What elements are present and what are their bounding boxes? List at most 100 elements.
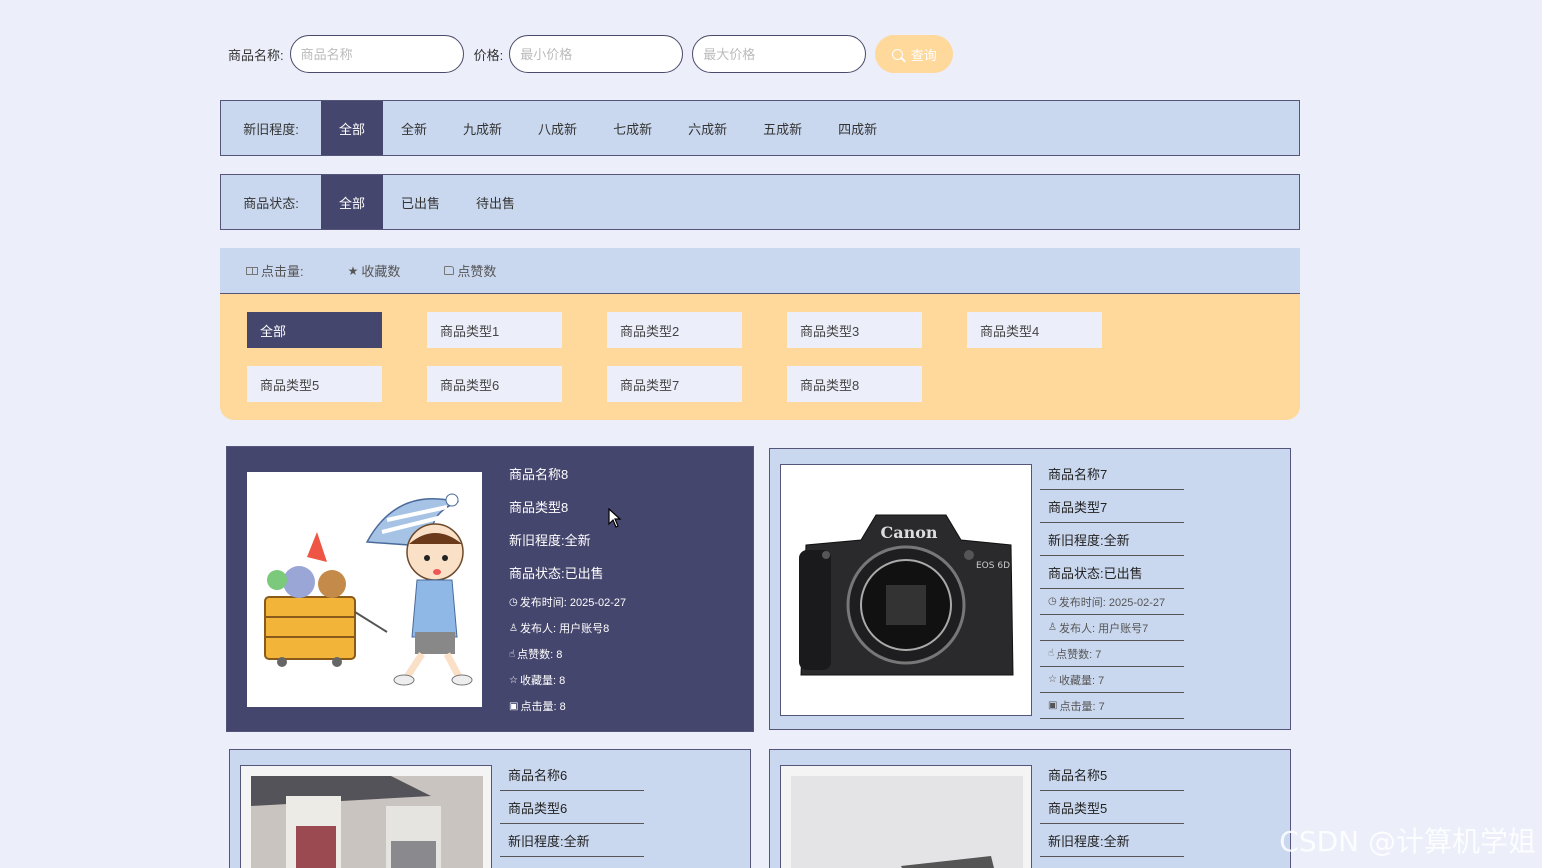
bags-photo-image: [241, 766, 491, 868]
sort-clicks[interactable]: 点击量:: [246, 261, 304, 280]
sort-bar: 点击量: ★ 收藏数 点赞数: [220, 248, 1300, 294]
favorites-row: ☆ 收藏量: 8: [509, 667, 653, 693]
likes: 点赞数: 8: [517, 649, 563, 661]
mouse-cursor-icon: [608, 508, 622, 528]
status-option[interactable]: 全部: [321, 175, 384, 229]
book-icon: [246, 266, 258, 275]
search-icon: [891, 48, 903, 60]
sort-favorites[interactable]: ★ 收藏数: [348, 261, 401, 280]
product-condition: 新旧程度:全新: [1040, 824, 1184, 857]
thumbs-up-icon: ☝: [509, 648, 516, 660]
product-name: 商品名称7: [1040, 457, 1184, 490]
status-filter-title: 商品状态:: [243, 195, 299, 211]
condition-option[interactable]: 七成新: [595, 101, 670, 155]
likes-row: ☝ 点赞数: 8: [509, 641, 653, 667]
publish-time: 发布时间: 2025-02-27: [1058, 596, 1166, 609]
likes-row: ☝ 点赞数: 7: [1040, 641, 1184, 667]
condition-filter: 新旧程度: 全部 全新 九成新 八成新 七成新 六成新 五成新 四成新: [220, 100, 1300, 156]
category-item[interactable]: 商品类型4: [967, 312, 1102, 348]
name-label: 商品名称:: [228, 47, 284, 63]
condition-filter-title: 新旧程度:: [243, 121, 299, 137]
query-label: 查询: [910, 47, 937, 63]
grey-photo-image: [781, 766, 1031, 868]
publish-time-row: ◷ 发布时间: 2025-02-27: [509, 589, 653, 615]
clicks: 点击量: 7: [1059, 700, 1105, 713]
product-condition: 新旧程度:全新: [509, 533, 591, 548]
product-image[interactable]: Canon EOS 6D: [780, 464, 1032, 716]
product-info: 商品名称5 商品类型5 新旧程度:全新: [1040, 758, 1184, 857]
product-card[interactable]: 商品名称6 商品类型6 新旧程度:全新: [229, 749, 751, 868]
product-info: 商品名称6 商品类型6 新旧程度:全新: [500, 758, 644, 857]
status-option[interactable]: 待出售: [458, 175, 533, 229]
publisher: 发布人: 用户账号7: [1058, 622, 1149, 635]
product-card[interactable]: 商品名称8 商品类型8 新旧程度:全新 商品状态:已出售 ◷ 发布时间: 2025…: [226, 446, 754, 732]
category-item[interactable]: 全部: [247, 312, 382, 348]
condition-option[interactable]: 全新: [383, 101, 445, 155]
product-status: 商品状态:已出售: [1040, 556, 1184, 589]
category-item[interactable]: 商品类型2: [607, 312, 742, 348]
query-button[interactable]: 查询: [875, 35, 954, 73]
product-type: 商品类型5: [1040, 791, 1184, 824]
star-icon: ☆: [509, 674, 518, 686]
favorites-row: ☆ 收藏量: 7: [1040, 667, 1184, 693]
category-panel: 全部 商品类型1 商品类型2 商品类型3 商品类型4 商品类型5 商品类型6 商…: [220, 294, 1300, 420]
product-image[interactable]: [247, 472, 482, 707]
product-type: 商品类型8: [509, 500, 569, 515]
cartoon-boy-image: [247, 472, 482, 707]
price-label: 价格:: [473, 47, 504, 63]
camera-model: EOS 6D: [976, 561, 1010, 571]
thumbs-up-icon: ☝: [1048, 648, 1055, 659]
min-price-input[interactable]: [509, 35, 684, 73]
publish-time-row: ◷ 发布时间: 2025-02-27: [1040, 589, 1184, 615]
name-input[interactable]: [289, 35, 464, 73]
product-image[interactable]: [240, 765, 492, 868]
camera-brand: Canon: [880, 523, 937, 542]
clicks-row: ▣ 点击量: 7: [1040, 693, 1184, 719]
max-price-input[interactable]: [692, 35, 867, 73]
product-type: 商品类型7: [1040, 490, 1184, 523]
product-name: 商品名称8: [509, 467, 569, 482]
category-item[interactable]: 商品类型5: [247, 366, 382, 402]
product-name: 商品名称5: [1040, 758, 1184, 791]
book-icon: ▣: [1048, 700, 1058, 711]
star-icon: ☆: [1048, 674, 1057, 685]
condition-option[interactable]: 五成新: [745, 101, 820, 155]
category-item[interactable]: 商品类型7: [607, 366, 742, 402]
product-type: 商品类型6: [500, 791, 644, 824]
clicks-row: ▣ 点击量: 8: [509, 693, 653, 719]
category-item[interactable]: 商品类型3: [787, 312, 922, 348]
user-icon: ♙: [1048, 622, 1057, 633]
sort-favorites-label: 收藏数: [361, 264, 401, 279]
sort-likes[interactable]: 点赞数: [444, 261, 496, 280]
thumbs-up-icon: [444, 266, 455, 275]
category-item[interactable]: 商品类型1: [427, 312, 562, 348]
condition-option[interactable]: 四成新: [820, 101, 895, 155]
condition-option[interactable]: 六成新: [670, 101, 745, 155]
category-item[interactable]: 商品类型6: [427, 366, 562, 402]
product-card[interactable]: 商品名称5 商品类型5 新旧程度:全新: [769, 749, 1291, 868]
canon-camera-image: Canon EOS 6D: [781, 465, 1031, 715]
likes: 点赞数: 7: [1056, 648, 1102, 661]
clock-icon: ◷: [509, 596, 518, 608]
clock-icon: ◷: [1048, 596, 1057, 607]
condition-option[interactable]: 八成新: [520, 101, 595, 155]
clicks: 点击量: 8: [520, 701, 566, 713]
product-status: 商品状态:已出售: [509, 566, 604, 581]
star-icon: ★: [347, 263, 359, 278]
product-image[interactable]: [780, 765, 1032, 868]
sort-likes-label: 点赞数: [457, 264, 497, 279]
publisher-row: ♙ 发布人: 用户账号7: [1040, 615, 1184, 641]
product-condition: 新旧程度:全新: [1040, 523, 1184, 556]
condition-option[interactable]: 九成新: [445, 101, 520, 155]
user-icon: ♙: [509, 622, 518, 634]
product-card[interactable]: Canon EOS 6D 商品名称7 商品类型7 新旧程度:全新 商品状态:已出…: [769, 448, 1291, 730]
status-option[interactable]: 已出售: [383, 175, 458, 229]
condition-option[interactable]: 全部: [321, 101, 384, 155]
favorites: 收藏量: 8: [519, 675, 566, 687]
product-info: 商品名称7 商品类型7 新旧程度:全新 商品状态:已出售 ◷ 发布时间: 2025…: [1040, 457, 1184, 719]
category-item[interactable]: 商品类型8: [787, 366, 922, 402]
publisher-row: ♙ 发布人: 用户账号8: [509, 615, 653, 641]
sort-clicks-label: 点击量:: [261, 264, 304, 279]
watermark: CSDN @计算机学姐: [1279, 825, 1536, 858]
product-info: 商品名称8 商品类型8 新旧程度:全新 商品状态:已出售 ◷ 发布时间: 2025…: [509, 457, 653, 719]
